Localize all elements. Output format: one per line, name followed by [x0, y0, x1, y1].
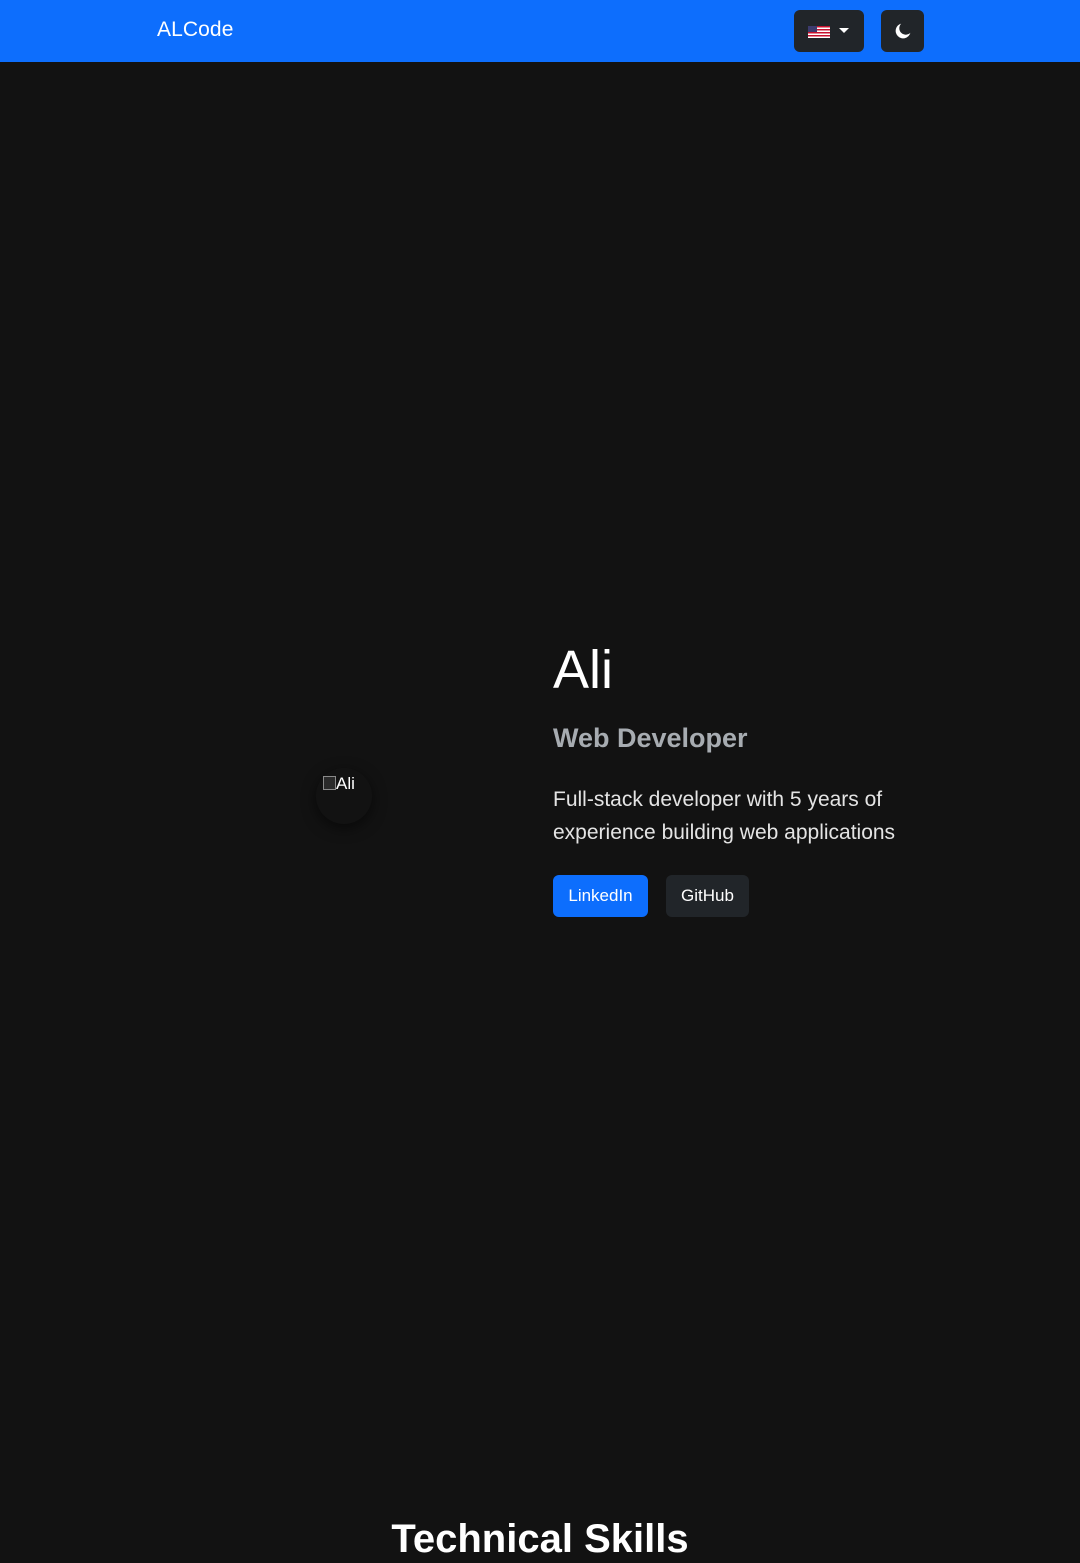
chevron-down-icon — [839, 28, 849, 33]
brand-logo-text[interactable]: ALCode — [157, 17, 234, 43]
github-button[interactable]: GitHub — [666, 875, 749, 917]
profile-image: Ali — [323, 773, 355, 795]
skills-section-heading: Technical Skills — [391, 1517, 689, 1561]
hero-title: Web Developer — [553, 723, 748, 753]
profile-image-alt-text: Ali — [336, 774, 355, 793]
moon-icon — [895, 23, 911, 39]
hero-name: Ali — [553, 640, 614, 700]
top-navbar: ALCode — [0, 0, 1080, 62]
language-dropdown-button[interactable] — [794, 10, 864, 52]
broken-image-icon — [323, 776, 336, 790]
linkedin-button[interactable]: LinkedIn — [553, 875, 648, 917]
us-flag-icon — [808, 26, 830, 38]
hero-description: Full-stack developer with 5 years of exp… — [553, 788, 896, 844]
theme-toggle-button[interactable] — [881, 10, 924, 52]
